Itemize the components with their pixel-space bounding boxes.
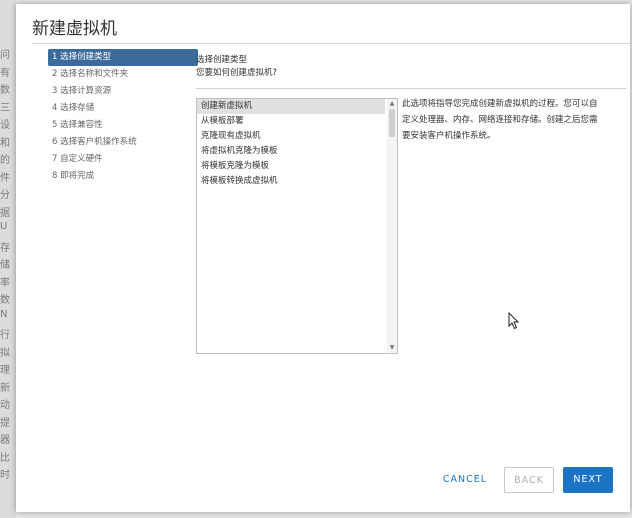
background-text: 比 bbox=[0, 452, 10, 464]
background-text: 三 bbox=[0, 102, 10, 114]
background-text: 提 bbox=[0, 417, 10, 429]
background-text: 分 bbox=[0, 190, 10, 201]
background-window-strip: 问有数三设和的件分据U存储率数N行拟理新动提器比时 bbox=[0, 0, 16, 518]
creation-type-option[interactable]: 将模板克隆为模板 bbox=[197, 159, 385, 174]
wizard-step-3[interactable]: 3 选择计算资源 bbox=[48, 83, 198, 100]
background-text: 储 bbox=[0, 260, 10, 271]
background-text: N bbox=[0, 308, 8, 320]
creation-type-option[interactable]: 将虚拟机克隆为模板 bbox=[197, 144, 385, 159]
list-scrollbar[interactable]: ▲ ▼ bbox=[387, 99, 397, 353]
background-text: 器 bbox=[0, 435, 10, 446]
cancel-button[interactable]: CANCEL bbox=[436, 467, 494, 493]
wizard-step-1[interactable]: 1 选择创建类型 bbox=[48, 49, 198, 66]
mouse-cursor-icon bbox=[508, 312, 520, 330]
wizard-step-8[interactable]: 8 即将完成 bbox=[48, 168, 198, 185]
title-divider bbox=[32, 43, 630, 44]
step-content-header: 选择创建类型 您要如何创建虚拟机? bbox=[196, 54, 626, 89]
wizard-steps: 1 选择创建类型 2 选择名称和文件夹 3 选择计算资源 4 选择存储 5 选择兼容性 6… bbox=[48, 49, 198, 185]
creation-type-option[interactable]: 克隆现有虚拟机 bbox=[197, 129, 385, 144]
background-text: 问 bbox=[0, 50, 10, 61]
creation-type-option[interactable]: 从模板部署 bbox=[197, 114, 385, 129]
background-text: 和 bbox=[0, 137, 10, 149]
new-vm-dialog: 新建虚拟机 1 选择创建类型 2 选择名称和文件夹 3 选择计算资源 4 选择存储 5 … bbox=[16, 4, 630, 512]
creation-type-description: 此选项将指导您完成创建新虚拟机的过程。您可以自定义处理器、内存、网络连接和存储。… bbox=[402, 99, 598, 141]
background-text: 有 bbox=[0, 67, 10, 79]
background-text: 理 bbox=[0, 365, 10, 376]
background-text: 动 bbox=[0, 400, 10, 411]
wizard-step-7[interactable]: 7 自定义硬件 bbox=[48, 151, 198, 168]
creation-type-list[interactable]: 创建新虚拟机 从模板部署 克隆现有虚拟机 将虚拟机克隆为模板 将模板克隆为模板 将模板转换… bbox=[196, 98, 398, 354]
wizard-step-2[interactable]: 2 选择名称和文件夹 bbox=[48, 66, 198, 83]
wizard-step-6[interactable]: 6 选择客户机操作系统 bbox=[48, 134, 198, 151]
background-text: 据 bbox=[0, 207, 10, 219]
creation-type-items: 创建新虚拟机 从模板部署 克隆现有虚拟机 将虚拟机克隆为模板 将模板克隆为模板 将模板转换… bbox=[197, 99, 397, 189]
background-text: 时 bbox=[0, 470, 10, 481]
background-text: 行 bbox=[0, 330, 10, 341]
wizard-step-5[interactable]: 5 选择兼容性 bbox=[48, 117, 198, 134]
step-question: 您要如何创建虚拟机? bbox=[196, 68, 278, 78]
background-text: 存 bbox=[0, 242, 10, 254]
creation-type-option[interactable]: 创建新虚拟机 bbox=[197, 99, 385, 114]
back-button[interactable]: BACK bbox=[504, 467, 554, 493]
scroll-thumb[interactable] bbox=[389, 109, 395, 137]
background-text: 拟 bbox=[0, 347, 10, 359]
step-title: 选择创建类型 bbox=[196, 55, 248, 65]
background-text: 数 bbox=[0, 295, 10, 306]
creation-type-option[interactable]: 将模板转换成虚拟机 bbox=[197, 174, 385, 189]
content-divider bbox=[196, 88, 626, 89]
wizard-step-4[interactable]: 4 选择存储 bbox=[48, 100, 198, 117]
background-text: 数 bbox=[0, 85, 10, 96]
background-text: 率 bbox=[0, 277, 10, 289]
next-button[interactable]: NEXT bbox=[563, 467, 613, 493]
background-text: 设 bbox=[0, 120, 10, 131]
background-text: U bbox=[0, 221, 8, 232]
background-text: 新 bbox=[0, 382, 10, 394]
scroll-down-icon[interactable]: ▼ bbox=[387, 343, 397, 353]
scroll-up-icon[interactable]: ▲ bbox=[387, 99, 397, 109]
background-text: 的 bbox=[0, 155, 10, 166]
dialog-title: 新建虚拟机 bbox=[32, 19, 117, 39]
background-text: 件 bbox=[0, 172, 10, 184]
